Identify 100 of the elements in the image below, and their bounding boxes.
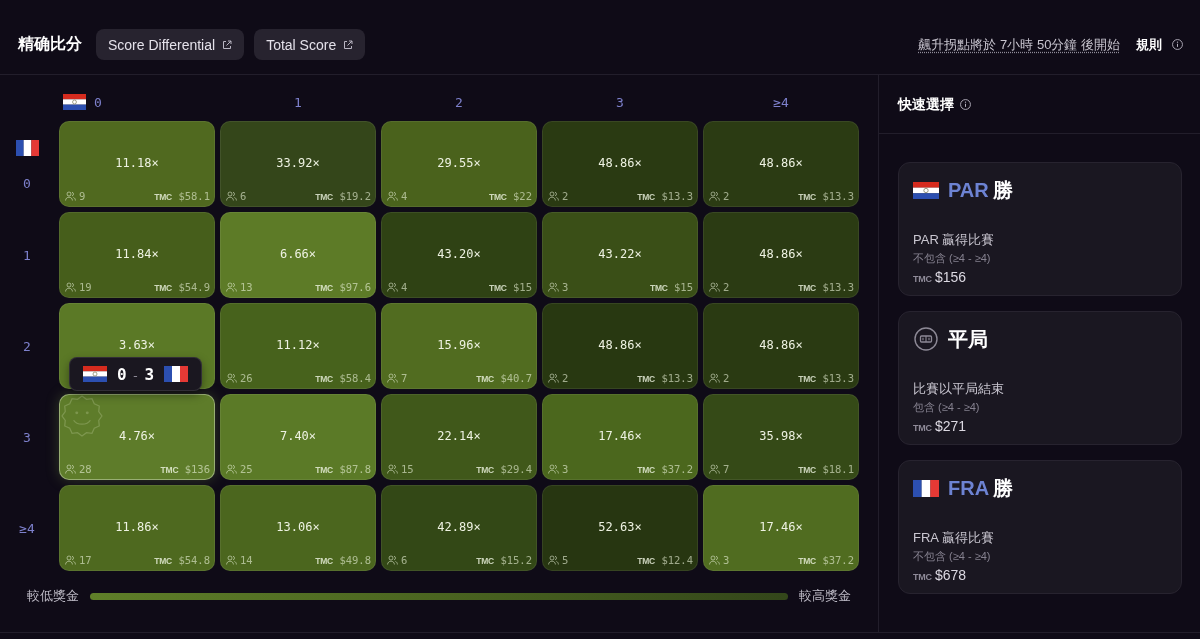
option-description: PAR 贏得比賽 [913,231,995,249]
multiplier-text: 48.86× [759,246,803,262]
prize-amount: TMC $29.4 [476,462,532,475]
multiplier-text: 13.06× [276,519,320,535]
score-cell[interactable]: 48.86× 2 TMC $13.3 [703,121,859,207]
score-cell[interactable]: 15.96× 7 TMC $40.7 [381,303,537,389]
score-cell[interactable]: 48.86× 2 TMC $13.3 [542,121,698,207]
multiplier-text: 4.76× [118,428,156,444]
people-icon [548,372,559,383]
player-count: 3 [562,462,569,475]
score-cell[interactable]: 11.86× 17 TMC $54.8 [59,485,215,571]
score-cell[interactable]: 48.86× 2 TMC $13.3 [542,303,698,389]
people-icon [226,372,237,383]
score-cell[interactable]: 7.40× 25 TMC $87.8 [220,394,376,480]
prize-amount: TMC $13.3 [798,189,854,202]
info-icon[interactable] [960,99,971,110]
row-label: 2 [23,338,31,354]
people-icon [709,281,720,292]
score-cell[interactable]: 52.63× 5 TMC $12.4 [542,485,698,571]
score-cell[interactable]: 6.66× 13 TMC $97.6 [220,212,376,298]
score-cell[interactable]: 48.86× 2 TMC $13.3 [703,303,859,389]
multiplier-text: 43.22× [598,246,642,262]
player-count: 9 [79,189,86,202]
people-icon [387,190,398,201]
score-cell[interactable]: 42.89× 6 TMC $15.2 [381,485,537,571]
prize-amount: TMC $15 [649,280,693,293]
external-link-icon [343,39,354,50]
prize-amount: TMC $40.7 [476,371,532,384]
prize-amount: TMC $13.3 [637,371,693,384]
multiplier-text: 33.92× [276,155,320,171]
player-count: 7 [723,462,730,475]
score-cell[interactable]: 43.22× 3 TMC $15 [542,212,698,298]
score-cell[interactable]: 48.86× 2 TMC $13.3 [703,212,859,298]
multiplier-text: 22.14× [437,428,481,444]
external-link-icon [222,39,233,50]
score-cell[interactable]: 43.20× 4 TMC $15 [381,212,537,298]
info-icon[interactable] [1172,39,1183,50]
panel-title: 快速選擇 [898,95,954,114]
people-icon [226,463,237,474]
multiplier-text: 52.63× [598,519,642,535]
option-note: 不包含 (≥4 - ≥4) [913,549,991,564]
column-label: 1 [294,95,302,110]
people-icon [548,190,559,201]
quick-pick-card[interactable]: 平局 比賽以平局結束 包含 (≥4 - ≥4) TMC $271 [898,311,1182,445]
people-icon [387,554,398,565]
scoreboard-icon [914,327,938,351]
prize-amount: TMC $37.2 [637,462,693,475]
countdown-link[interactable]: 飆升拐點將於 7小時 50分鐘 後開始 [918,35,1120,54]
prize-amount: TMC $12.4 [637,553,693,566]
score-cell[interactable]: 11.84× 19 TMC $54.9 [59,212,215,298]
option-title: 平局 [948,326,988,352]
player-count: 13 [240,280,253,293]
score-cell[interactable]: 11.18× 9 TMC $58.1 [59,121,215,207]
score-cell[interactable]: 35.98× 7 TMC $18.1 [703,394,859,480]
quick-pick-card[interactable]: FRA 勝 FRA 贏得比賽 不包含 (≥4 - ≥4) TMC $678 [898,460,1182,594]
multiplier-text: 11.86× [115,519,159,535]
flag-icon [63,94,86,110]
prize-amount: TMC $58.4 [315,371,371,384]
people-icon [709,372,720,383]
score-cell[interactable]: 17.46× 3 TMC $37.2 [703,485,859,571]
player-count: 4 [401,280,408,293]
score-cell[interactable]: 33.92× 6 TMC $19.2 [220,121,376,207]
prize-amount: TMC $18.1 [798,462,854,475]
row-label: 3 [23,429,31,445]
prize-amount: TMC $13.3 [798,371,854,384]
row-label: 0 [23,175,31,191]
quick-pick-card[interactable]: PAR 勝 PAR 贏得比賽 不包含 (≥4 - ≥4) TMC $156 [898,162,1182,296]
rules-link[interactable]: 規則 [1136,35,1162,54]
player-count: 17 [79,553,92,566]
people-icon [226,190,237,201]
prize-amount: TMC $15 [488,280,532,293]
multiplier-text: 17.46× [598,428,642,444]
option-title: FRA 勝 [948,475,1014,501]
score-cell[interactable]: 22.14× 15 TMC $29.4 [381,394,537,480]
score-cell[interactable]: 11.12× 26 TMC $58.4 [220,303,376,389]
multiplier-text: 48.86× [598,155,642,171]
multiplier-text: 48.86× [759,337,803,353]
multiplier-text: 48.86× [598,337,642,353]
flag-icon [913,181,939,199]
multiplier-text: 11.12× [276,337,320,353]
link-button[interactable]: Total Score [254,29,366,60]
link-button[interactable]: Score Differential [96,29,245,60]
player-count: 3 [562,280,569,293]
option-note: 不包含 (≥4 - ≥4) [913,251,991,266]
people-icon [65,554,76,565]
player-count: 2 [723,280,730,293]
people-icon [709,463,720,474]
prize-amount: TMC $678 [913,566,967,585]
column-label: 2 [455,95,463,110]
score-cell[interactable]: 29.55× 4 TMC $22 [381,121,537,207]
score-cell[interactable]: 4.76× 28 TMC $136 [59,394,215,480]
people-icon [387,372,398,383]
player-count: 6 [401,553,408,566]
multiplier-text: 15.96× [437,337,481,353]
multiplier-text: 11.84× [115,246,159,262]
option-note: 包含 (≥4 - ≥4) [913,400,980,415]
score-cell[interactable]: 17.46× 3 TMC $37.2 [542,394,698,480]
multiplier-text: 42.89× [437,519,481,535]
player-count: 2 [723,371,730,384]
score-cell[interactable]: 13.06× 14 TMC $49.8 [220,485,376,571]
